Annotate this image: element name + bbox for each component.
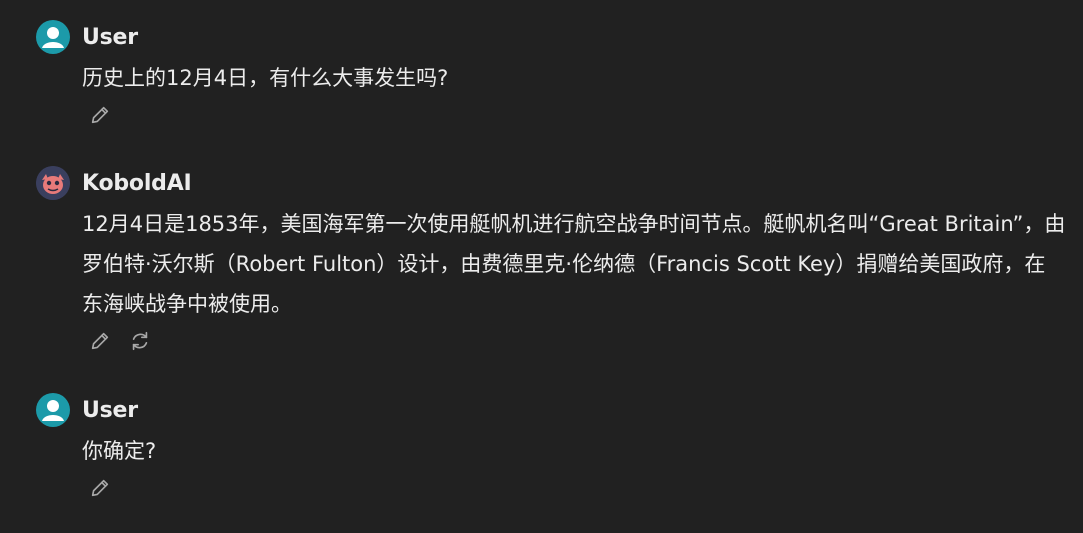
message-user-1: User 历史上的12月4日，有什么大事发生吗? — [36, 20, 1066, 128]
edit-icon[interactable] — [88, 476, 112, 500]
message-text: 历史上的12月4日，有什么大事发生吗? — [82, 66, 449, 90]
message-actions — [88, 328, 1066, 354]
user-avatar-icon — [36, 20, 70, 54]
edit-icon[interactable] — [88, 103, 112, 127]
message-header: KoboldAI — [36, 166, 1066, 200]
message-header: User — [36, 20, 1066, 54]
edit-icon[interactable] — [88, 329, 112, 353]
message-text: 12月4日是1853年，美国海军第一次使用艇帆机进行航空战争时间节点。艇帆机名叫… — [82, 212, 1066, 316]
user-avatar-icon — [36, 393, 70, 427]
kobold-avatar-icon — [36, 166, 70, 200]
message-text: 你确定? — [82, 439, 157, 463]
author-name: User — [82, 24, 138, 50]
chat-thread: User 历史上的12月4日，有什么大事发生吗? KoboldAI 12月4日是… — [0, 0, 1083, 533]
message-header: User — [36, 393, 1066, 427]
message-bot-1: KoboldAI 12月4日是1853年，美国海军第一次使用艇帆机进行航空战争时… — [36, 166, 1066, 354]
author-name: KoboldAI — [82, 170, 192, 196]
message-user-2: User 你确定? — [36, 393, 1066, 501]
message-actions — [88, 475, 1066, 501]
regenerate-icon[interactable] — [128, 329, 152, 353]
message-actions — [88, 102, 1066, 128]
author-name: User — [82, 397, 138, 423]
